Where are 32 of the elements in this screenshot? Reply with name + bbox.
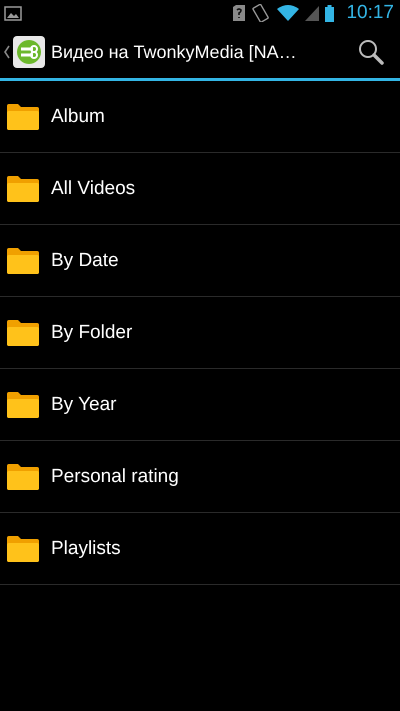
back-caret-icon xyxy=(4,45,10,59)
battery-icon xyxy=(325,4,334,22)
folder-item[interactable]: By Folder xyxy=(0,297,400,369)
folder-item[interactable]: By Date xyxy=(0,225,400,297)
screen-title: Видео на TwonkyMedia [NA… xyxy=(51,42,298,62)
folder-icon xyxy=(7,104,39,130)
folder-icon xyxy=(7,464,39,490)
status-time: 10:17 xyxy=(346,2,394,24)
folder-item[interactable]: Personal rating xyxy=(0,441,400,513)
folder-item[interactable]: Playlists xyxy=(0,513,400,585)
search-icon xyxy=(358,39,384,65)
folder-name: Playlists xyxy=(51,538,121,560)
folder-name: By Year xyxy=(51,394,116,416)
folder-name: Personal rating xyxy=(51,466,179,488)
signal-icon xyxy=(305,6,320,20)
app-logo-icon xyxy=(13,36,45,68)
folder-name: Album xyxy=(51,106,105,128)
folder-icon xyxy=(7,536,39,562)
folder-name: By Folder xyxy=(51,322,132,344)
folder-name: By Date xyxy=(51,250,119,272)
image-icon xyxy=(4,6,22,20)
folder-item[interactable]: All Videos xyxy=(0,153,400,225)
folder-icon xyxy=(7,392,39,418)
folder-icon xyxy=(7,176,39,202)
sim-card-icon xyxy=(233,5,246,21)
folder-icon xyxy=(7,320,39,346)
folder-name: All Videos xyxy=(51,178,136,200)
folder-item[interactable]: Album xyxy=(0,81,400,153)
wifi-icon xyxy=(277,5,300,21)
folder-icon xyxy=(7,248,39,274)
folder-item[interactable]: By Year xyxy=(0,369,400,441)
screen-rotation-icon xyxy=(251,4,272,22)
